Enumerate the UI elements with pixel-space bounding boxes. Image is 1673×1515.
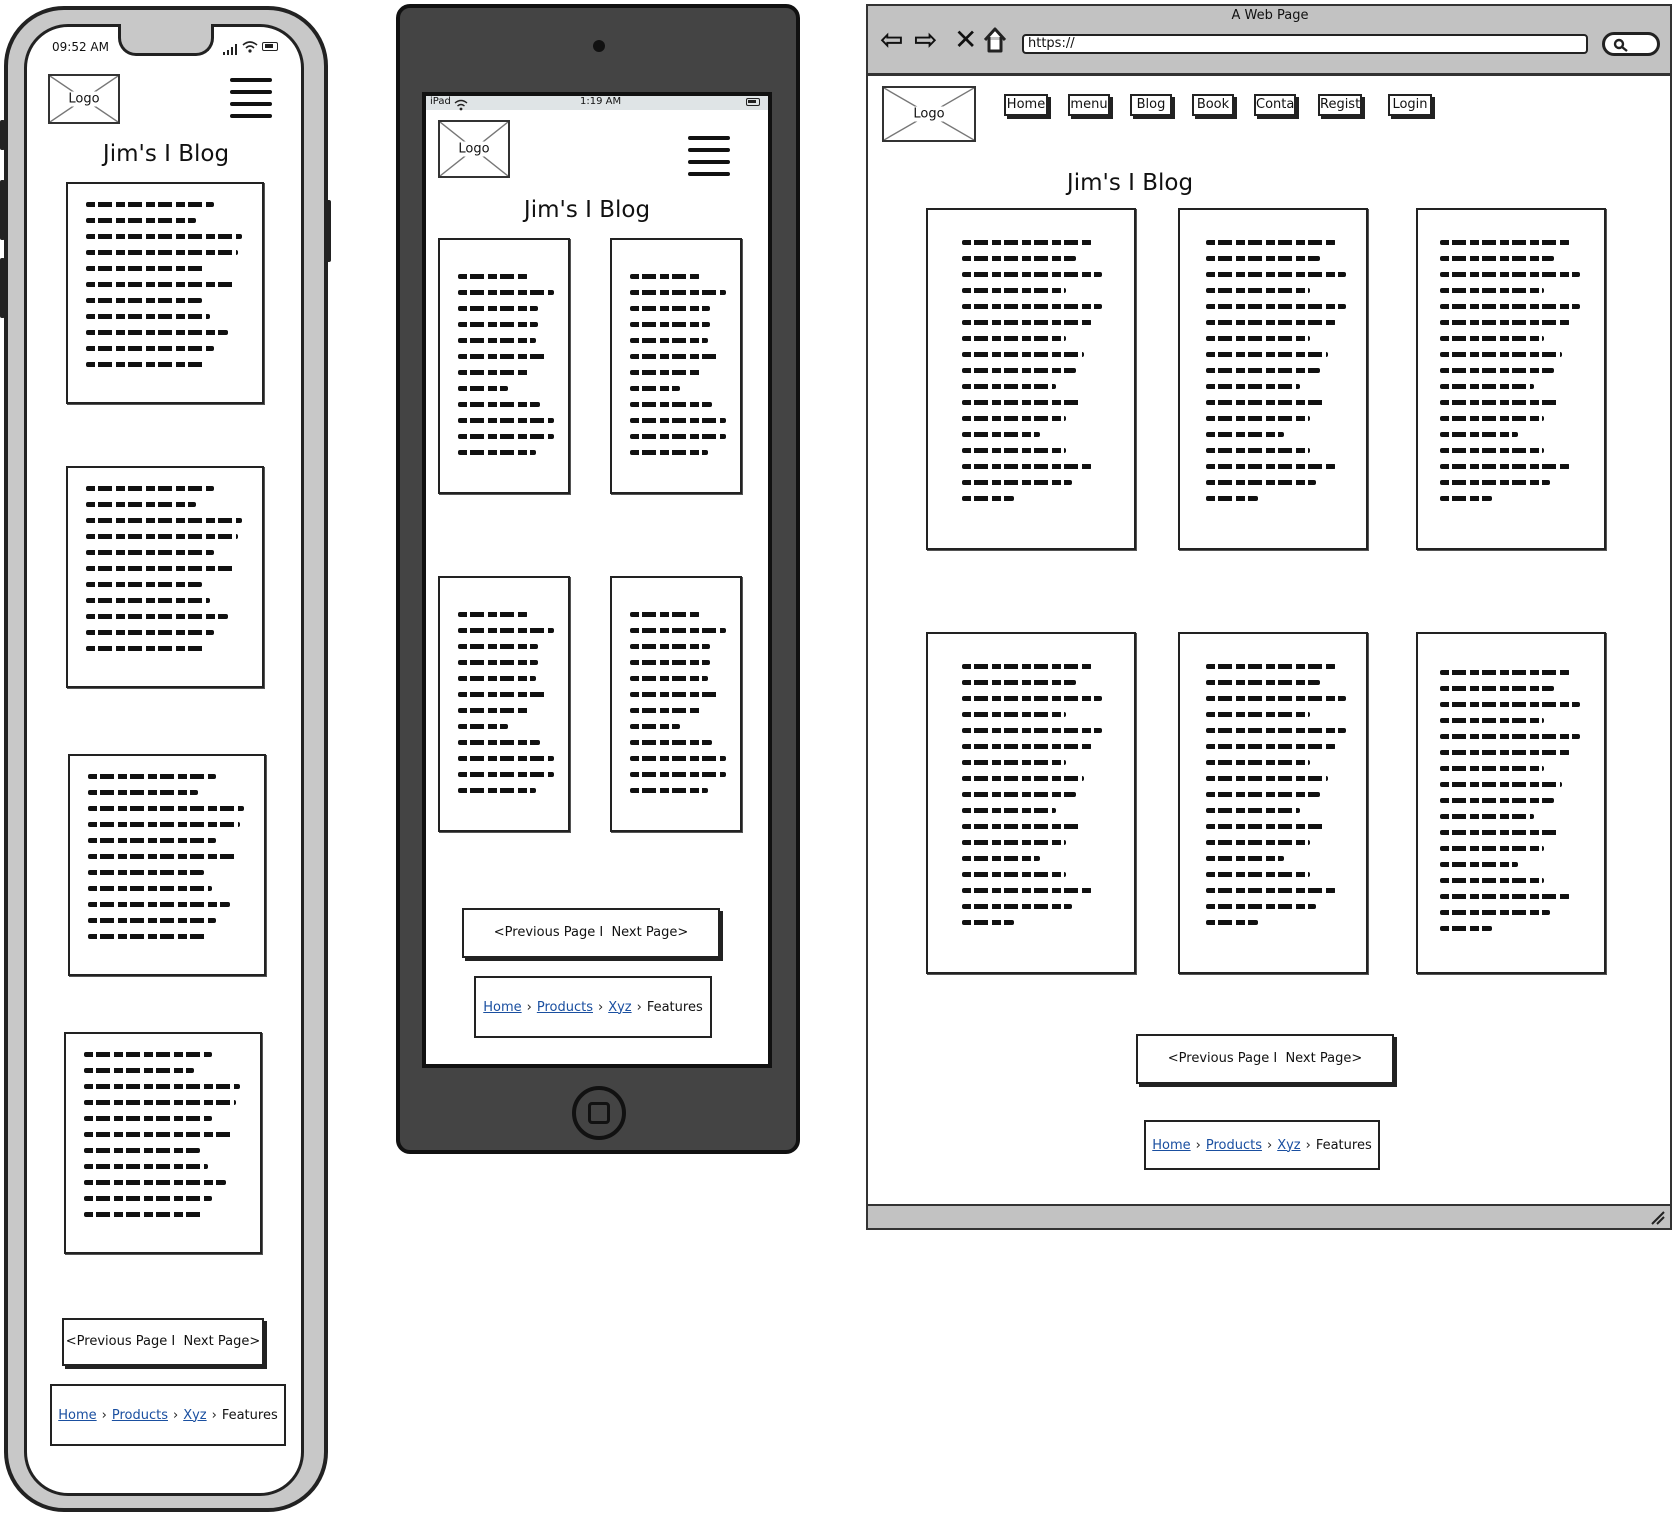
url-input[interactable]: https://	[1022, 34, 1588, 54]
logo-label: Logo	[66, 91, 102, 107]
tablet-device-label: iPad	[430, 96, 451, 107]
next-page-link[interactable]: Next Page>	[1285, 1051, 1362, 1066]
previous-page-link[interactable]: <Previous Page I	[1168, 1051, 1277, 1066]
blog-post-card[interactable]	[926, 208, 1136, 550]
breadcrumb-link-xyz[interactable]: Xyz	[183, 1408, 206, 1423]
nav-book-button[interactable]: Book	[1192, 94, 1234, 116]
resize-grip-icon[interactable]	[1648, 1208, 1666, 1226]
hamburger-menu-icon[interactable]	[688, 136, 730, 176]
nav-login-button[interactable]: Login	[1388, 94, 1432, 116]
page-title: Jim's I Blog	[523, 197, 651, 223]
search-button[interactable]	[1602, 32, 1660, 56]
nav-contact-button[interactable]: Conta	[1254, 94, 1296, 116]
chevron-right-icon: ›	[101, 1407, 107, 1423]
page-title: Jim's I Blog	[102, 141, 230, 167]
blog-post-card[interactable]	[926, 632, 1136, 974]
next-page-link[interactable]: Next Page>	[611, 925, 688, 940]
window-title: A Web Page	[1231, 8, 1309, 23]
breadcrumb: Home › Products › Xyz › Features	[474, 976, 712, 1038]
breadcrumb: Home › Products › Xyz › Features	[1144, 1120, 1380, 1170]
chevron-right-icon: ›	[1195, 1137, 1201, 1153]
phone-side-button	[0, 180, 5, 240]
blog-post-card[interactable]	[1416, 632, 1606, 974]
phone-status-time: 09:52 AM	[52, 40, 109, 54]
wifi-icon	[242, 39, 258, 53]
blog-post-card[interactable]	[64, 1032, 262, 1254]
chevron-right-icon: ›	[172, 1407, 179, 1423]
chevron-right-icon: ›	[597, 999, 604, 1015]
phone-logo[interactable]: Logo	[48, 74, 120, 124]
phone-side-button	[326, 200, 331, 262]
hamburger-menu-icon[interactable]	[230, 78, 272, 118]
browser-status-bar	[866, 1204, 1672, 1230]
blog-post-card[interactable]	[1416, 208, 1606, 550]
chevron-right-icon: ›	[211, 1407, 217, 1423]
blog-post-card[interactable]	[438, 576, 570, 832]
breadcrumb-link-products[interactable]: Products	[1206, 1138, 1262, 1153]
nav-register-button[interactable]: Regist	[1318, 94, 1362, 116]
breadcrumb-link-xyz[interactable]: Xyz	[1277, 1138, 1300, 1153]
phone-notch	[118, 24, 214, 56]
pagination-bar: <Previous Page I Next Page>	[1136, 1034, 1394, 1084]
blog-post-card[interactable]	[68, 754, 266, 976]
breadcrumb-link-home[interactable]: Home	[1152, 1138, 1190, 1153]
phone-side-button	[0, 258, 5, 318]
page-title: Jim's I Blog	[1066, 170, 1194, 196]
previous-page-link[interactable]: <Previous Page I	[66, 1334, 175, 1349]
chevron-right-icon: ›	[636, 999, 642, 1015]
breadcrumb-link-products[interactable]: Products	[537, 1000, 593, 1015]
battery-icon	[262, 42, 278, 51]
breadcrumb-current: Features	[646, 999, 703, 1015]
battery-icon	[746, 98, 760, 106]
home-icon[interactable]	[982, 26, 1008, 54]
next-page-link[interactable]: Next Page>	[183, 1334, 260, 1349]
previous-page-link[interactable]: <Previous Page I	[494, 925, 603, 940]
pagination-bar: <Previous Page I Next Page>	[62, 1318, 264, 1366]
chevron-right-icon: ›	[1266, 1137, 1273, 1153]
home-square-icon	[588, 1102, 610, 1124]
breadcrumb-link-home[interactable]: Home	[483, 1000, 521, 1015]
chevron-right-icon: ›	[1305, 1137, 1311, 1153]
phone-side-button	[0, 120, 5, 150]
tablet-status-time: 1:19 AM	[580, 96, 622, 107]
blog-post-card[interactable]	[610, 238, 742, 494]
blog-post-card[interactable]	[66, 182, 264, 404]
breadcrumb-current: Features	[221, 1407, 278, 1423]
forward-arrow-icon[interactable]: ⇨	[914, 26, 937, 54]
signal-icon	[222, 40, 238, 55]
browser-logo[interactable]: Logo	[882, 86, 976, 142]
breadcrumb-link-products[interactable]: Products	[112, 1408, 168, 1423]
tablet-logo[interactable]: Logo	[438, 120, 510, 178]
wifi-icon	[454, 96, 468, 111]
blog-post-card[interactable]	[610, 576, 742, 832]
blog-post-card[interactable]	[1178, 632, 1368, 974]
breadcrumb-current: Features	[1315, 1137, 1372, 1153]
chevron-right-icon: ›	[526, 999, 532, 1015]
logo-label: Logo	[456, 141, 492, 157]
logo-label: Logo	[911, 106, 947, 122]
blog-post-card[interactable]	[1178, 208, 1368, 550]
breadcrumb-link-xyz[interactable]: Xyz	[608, 1000, 631, 1015]
camera-icon	[593, 40, 605, 52]
nav-menu-button[interactable]: menu	[1068, 94, 1110, 116]
close-icon[interactable]: ✕	[954, 26, 977, 54]
back-arrow-icon[interactable]: ⇦	[880, 26, 903, 54]
blog-post-card[interactable]	[438, 238, 570, 494]
breadcrumb-link-home[interactable]: Home	[58, 1408, 96, 1423]
blog-post-card[interactable]	[66, 466, 264, 688]
pagination-bar: <Previous Page I Next Page>	[462, 908, 720, 958]
breadcrumb: Home › Products › Xyz › Features	[50, 1384, 286, 1446]
nav-home-button[interactable]: Home	[1004, 94, 1048, 116]
nav-blog-button[interactable]: Blog	[1130, 94, 1172, 116]
